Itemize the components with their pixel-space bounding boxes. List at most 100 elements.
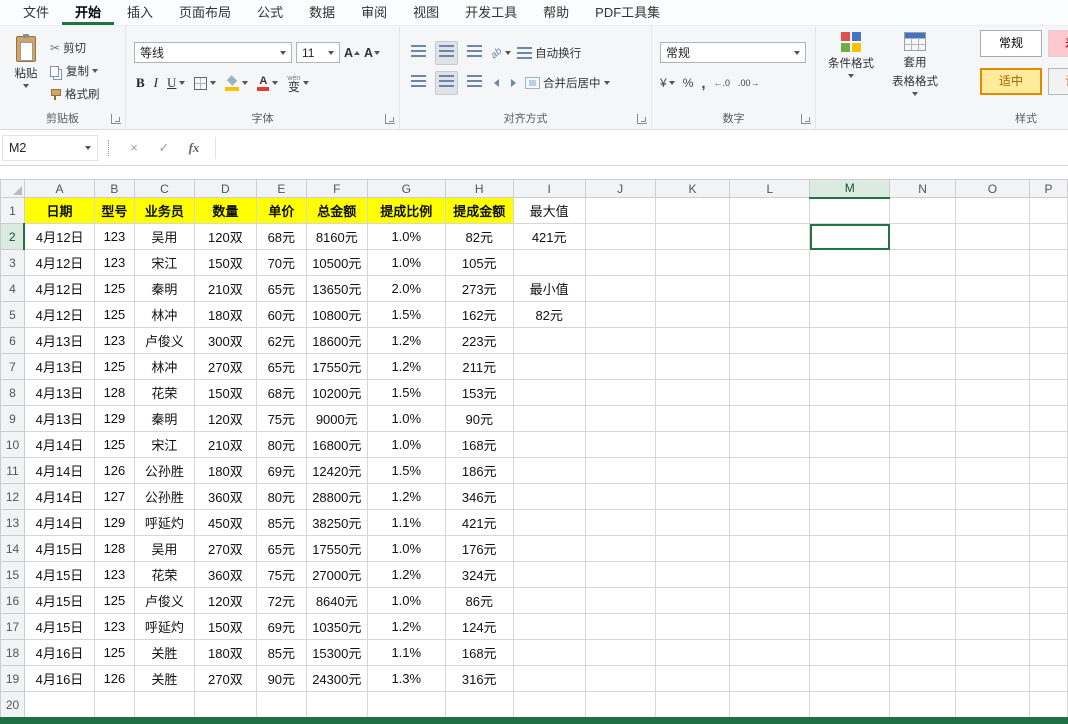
cell-P10[interactable] — [1028, 431, 1068, 458]
cell-H19[interactable]: 316元 — [444, 665, 514, 692]
cell-O10[interactable] — [955, 431, 1030, 458]
cell-H8[interactable]: 153元 — [444, 379, 514, 406]
cell-N18[interactable] — [889, 639, 957, 666]
cell-G4[interactable]: 2.0% — [366, 275, 446, 302]
cell-O11[interactable] — [955, 457, 1030, 484]
cell-M6[interactable] — [809, 327, 891, 354]
row-header-3[interactable]: 3 — [0, 249, 25, 276]
cell-C3[interactable]: 宋江 — [133, 249, 195, 276]
font-size-combo[interactable]: 11 — [296, 42, 340, 63]
row-header-18[interactable]: 18 — [0, 639, 25, 666]
cell-B8[interactable]: 128 — [93, 379, 135, 406]
cell-G5[interactable]: 1.5% — [366, 301, 446, 328]
cell-A17[interactable]: 4月15日 — [23, 613, 95, 640]
cell-E9[interactable]: 75元 — [255, 405, 307, 432]
cell-D4[interactable]: 210双 — [193, 275, 257, 302]
cell-I20[interactable] — [512, 691, 586, 717]
cell-K1[interactable] — [654, 197, 731, 224]
cell-E17[interactable]: 69元 — [255, 613, 307, 640]
font-color-button[interactable]: A — [257, 75, 279, 91]
cell-G11[interactable]: 1.5% — [366, 457, 446, 484]
cell-N20[interactable] — [889, 691, 957, 717]
cell-C18[interactable]: 关胜 — [133, 639, 195, 666]
cell-O8[interactable] — [955, 379, 1030, 406]
cell-L9[interactable] — [729, 405, 811, 432]
cell-F19[interactable]: 24300元 — [305, 665, 368, 692]
cell-O17[interactable] — [955, 613, 1030, 640]
cell-N16[interactable] — [889, 587, 957, 614]
cell-N6[interactable] — [889, 327, 957, 354]
cell-C7[interactable]: 林冲 — [133, 353, 195, 380]
cell-B19[interactable]: 126 — [93, 665, 135, 692]
cell-I6[interactable] — [512, 327, 586, 354]
cell-B18[interactable]: 125 — [93, 639, 135, 666]
cell-H6[interactable]: 223元 — [444, 327, 514, 354]
tab-开始[interactable]: 开始 — [62, 0, 114, 25]
cell-P15[interactable] — [1028, 561, 1068, 588]
dialog-launcher-icon[interactable] — [637, 114, 647, 124]
cell-O1[interactable] — [955, 197, 1030, 224]
cell-J7[interactable] — [584, 353, 656, 380]
cell-G8[interactable]: 1.5% — [366, 379, 446, 406]
cell-M9[interactable] — [809, 405, 891, 432]
cell-B9[interactable]: 129 — [93, 405, 135, 432]
cell-J18[interactable] — [584, 639, 656, 666]
cell-G15[interactable]: 1.2% — [366, 561, 446, 588]
cell-I18[interactable] — [512, 639, 586, 666]
cell-I9[interactable] — [512, 405, 586, 432]
cell-K7[interactable] — [654, 353, 731, 380]
cell-J9[interactable] — [584, 405, 656, 432]
tab-数据[interactable]: 数据 — [296, 0, 348, 25]
cell-P13[interactable] — [1028, 509, 1068, 536]
col-header-B[interactable]: B — [93, 179, 135, 198]
cell-G16[interactable]: 1.0% — [366, 587, 446, 614]
cell-E13[interactable]: 85元 — [255, 509, 307, 536]
cell-K4[interactable] — [654, 275, 731, 302]
cell-K15[interactable] — [654, 561, 731, 588]
cell-C11[interactable]: 公孙胜 — [133, 457, 195, 484]
cell-B3[interactable]: 123 — [93, 249, 135, 276]
cell-L13[interactable] — [729, 509, 811, 536]
cell-C8[interactable]: 花荣 — [133, 379, 195, 406]
cell-K17[interactable] — [654, 613, 731, 640]
underline-button[interactable]: U — [167, 75, 186, 91]
cell-L16[interactable] — [729, 587, 811, 614]
align-left-button[interactable] — [408, 72, 429, 94]
cell-P18[interactable] — [1028, 639, 1068, 666]
cell-N1[interactable] — [889, 197, 957, 224]
cell-K19[interactable] — [654, 665, 731, 692]
cell-D17[interactable]: 150双 — [193, 613, 257, 640]
row-header-15[interactable]: 15 — [0, 561, 25, 588]
cell-E15[interactable]: 75元 — [255, 561, 307, 588]
cell-N19[interactable] — [889, 665, 957, 692]
cell-N9[interactable] — [889, 405, 957, 432]
cell-C15[interactable]: 花荣 — [133, 561, 195, 588]
conditional-formatting-button[interactable]: 条件格式 — [822, 32, 880, 78]
cell-G13[interactable]: 1.1% — [366, 509, 446, 536]
cell-C13[interactable]: 呼延灼 — [133, 509, 195, 536]
cell-E7[interactable]: 65元 — [255, 353, 307, 380]
cell-O7[interactable] — [955, 353, 1030, 380]
cell-M11[interactable] — [809, 457, 891, 484]
col-header-H[interactable]: H — [444, 179, 514, 198]
cell-E16[interactable]: 72元 — [255, 587, 307, 614]
align-bottom-button[interactable] — [464, 42, 485, 64]
row-header-8[interactable]: 8 — [0, 379, 25, 406]
cell-O9[interactable] — [955, 405, 1030, 432]
cell-P14[interactable] — [1028, 535, 1068, 562]
cell-M15[interactable] — [809, 561, 891, 588]
cell-K14[interactable] — [654, 535, 731, 562]
cell-N14[interactable] — [889, 535, 957, 562]
col-header-L[interactable]: L — [729, 179, 811, 198]
cell-J11[interactable] — [584, 457, 656, 484]
cell-K13[interactable] — [654, 509, 731, 536]
merge-center-button[interactable]: 合并后居中 — [525, 75, 610, 91]
cell-F5[interactable]: 10800元 — [305, 301, 368, 328]
decrease-indent-button[interactable] — [491, 72, 502, 94]
cell-E4[interactable]: 65元 — [255, 275, 307, 302]
cell-C2[interactable]: 吴用 — [133, 223, 195, 250]
cell-F20[interactable] — [305, 691, 368, 717]
tab-审阅[interactable]: 审阅 — [348, 0, 400, 25]
cell-B2[interactable]: 123 — [93, 223, 135, 250]
col-header-F[interactable]: F — [305, 179, 368, 198]
